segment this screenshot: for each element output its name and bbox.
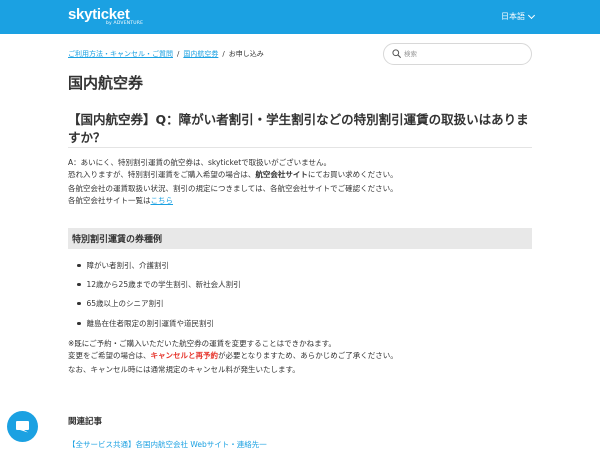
skyticket-logo[interactable]: skyticket by ADVENTURE <box>68 6 143 26</box>
search-input[interactable] <box>404 47 524 61</box>
chat-button[interactable] <box>7 411 38 442</box>
answer-line-2: 恐れ入りますが、特別割引運賃をご購入希望の場合は、航空会社サイトにてお買い求めく… <box>68 170 398 179</box>
related-article-link[interactable]: 【全サービス共通】各国内航空会社 Webサイト・連絡先一 <box>68 439 267 450</box>
bullet-icon <box>77 263 81 268</box>
note-line-2: 変更をご希望の場合は、キャンセルと再予約が必要となりますため、あらかじめご了承く… <box>68 351 398 360</box>
article-title: 【国内航空券】Q：障がい者割引・学生割引などの特別割引運賃の取扱いはありますか？ <box>68 112 529 145</box>
note-paragraph: ※既にご予約・ご購入いただいた航空券の運賃を変更することはできかねます。 変更を… <box>68 338 398 362</box>
note-line-3: なお、キャンセル時には通常規定のキャンセル料が発生いたします。 <box>68 365 300 374</box>
bullet-icon <box>77 301 81 306</box>
bullet-icon <box>77 282 81 287</box>
chevron-down-icon <box>527 11 536 19</box>
cancel-rebook-emphasis: キャンセルと再予約 <box>150 351 219 360</box>
chat-icon <box>16 421 29 433</box>
airline-info-line-1: 各航空会社の運賃取扱い状況、割引の規定につきましては、各航空会社サイトでご確認く… <box>68 184 398 193</box>
list-item: 障がい者割引、介護割引 <box>77 260 169 271</box>
logo-subtext: by ADVENTURE <box>106 21 144 26</box>
related-articles-heading: 関連記事 <box>68 417 103 427</box>
airline-info-paragraph: 各航空会社の運賃取扱い状況、割引の規定につきましては、各航空会社サイトでご確認く… <box>68 183 398 207</box>
language-selector[interactable]: 日本語 <box>501 11 536 22</box>
airline-list-link[interactable]: こちら <box>151 196 174 205</box>
breadcrumb-item-help[interactable]: ご利用方法・キャンセル・ご質問 <box>68 50 173 58</box>
site-header: skyticket by ADVENTURE 日本語 <box>0 0 600 34</box>
note-line-1: ※既にご予約・ご購入いただいた航空券の運賃を変更することはできかねます。 <box>68 339 336 348</box>
airline-info-line-2: 各航空会社サイト一覧はこちら <box>68 196 174 205</box>
breadcrumb-current: お申し込み <box>228 50 264 58</box>
answer-paragraph: A：あいにく、特別割引運賃の航空券は、skyticketで取扱いがございません。… <box>68 157 398 181</box>
breadcrumb: ご利用方法・キャンセル・ご質問 / 国内航空券 / お申し込み <box>68 50 264 58</box>
search-icon <box>392 49 401 58</box>
list-item: 12歳から25歳までの学生割引、新社会人割引 <box>77 279 241 290</box>
bullet-icon <box>77 321 81 326</box>
airline-site-emphasis: 航空会社サイト <box>255 170 308 179</box>
title-divider <box>68 147 532 148</box>
search-box[interactable] <box>383 43 532 65</box>
category-title: 国内航空券 <box>68 74 144 92</box>
logo-text: skyticket <box>68 6 130 23</box>
breadcrumb-item-domestic-flights[interactable]: 国内航空券 <box>183 50 218 58</box>
section-heading: 特別割引運賃の券種例 <box>68 228 532 249</box>
answer-line-1: A：あいにく、特別割引運賃の航空券は、skyticketで取扱いがございません。 <box>68 158 331 167</box>
section-heading-text: 特別割引運賃の券種例 <box>72 235 163 245</box>
language-label: 日本語 <box>501 12 525 21</box>
list-item: 離島在住者限定の割引運賃や道民割引 <box>77 318 214 329</box>
list-item: 65歳以上のシニア割引 <box>77 298 164 309</box>
